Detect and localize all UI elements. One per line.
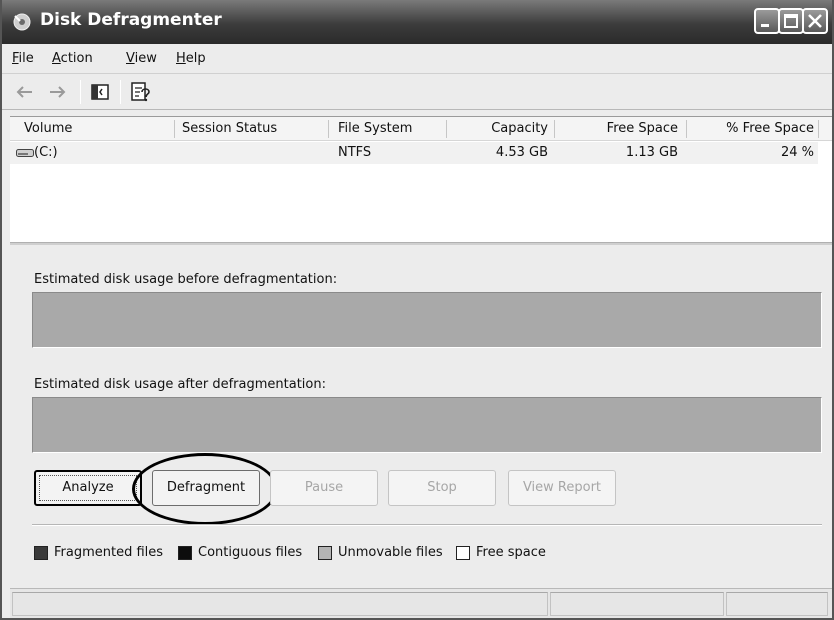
window-title: Disk Defragmenter <box>40 10 222 30</box>
menu-action-label: ction <box>60 51 93 66</box>
toolbar-separator <box>120 80 121 104</box>
status-pane-tertiary <box>726 592 828 616</box>
pane-splitter[interactable] <box>10 242 832 245</box>
menu-file[interactable]: File <box>12 51 34 66</box>
maximize-icon <box>784 14 798 28</box>
minimize-button[interactable] <box>754 8 780 34</box>
disk-defragmenter-icon <box>13 13 31 31</box>
volume-free-space: 1.13 GB <box>625 145 678 160</box>
show-hide-console-tree-icon[interactable] <box>88 80 112 104</box>
volume-row[interactable]: (C:) NTFS 4.53 GB 1.13 GB 24 % <box>10 142 818 164</box>
analyze-button[interactable]: Analyze <box>34 470 142 506</box>
menu-view-accelerator: V <box>126 51 135 66</box>
menu-help-accelerator: H <box>176 51 186 66</box>
usage-after-label: Estimated disk usage after defragmentati… <box>34 377 326 392</box>
column-divider[interactable] <box>818 120 819 138</box>
volume-name: (C:) <box>34 145 58 160</box>
legend-label-free-space: Free space <box>476 545 546 560</box>
close-button[interactable] <box>802 8 828 34</box>
column-header-session-status[interactable]: Session Status <box>182 121 277 136</box>
maximize-button[interactable] <box>778 8 804 34</box>
column-header-free-space[interactable]: Free Space <box>558 121 678 136</box>
back-arrow-icon[interactable] <box>12 80 36 104</box>
legend-swatch-unmovable <box>318 546 332 560</box>
menu-file-label: ile <box>18 51 34 66</box>
status-bar <box>10 588 832 618</box>
usage-after-display <box>32 397 822 453</box>
menu-view-label: iew <box>134 51 157 66</box>
stop-button[interactable]: Stop <box>388 470 496 506</box>
menu-view[interactable]: View <box>126 51 157 66</box>
menu-action[interactable]: Action <box>52 51 93 66</box>
menu-bar: File Action View Help <box>2 44 832 74</box>
column-header-capacity[interactable]: Capacity <box>450 121 548 136</box>
status-pane-secondary <box>550 592 724 616</box>
volume-list[interactable]: Volume Session Status File System Capaci… <box>10 116 832 242</box>
column-header-file-system[interactable]: File System <box>338 121 412 136</box>
usage-before-label: Estimated disk usage before defragmentat… <box>34 272 338 287</box>
volume-list-header: Volume Session Status File System Capaci… <box>10 117 832 141</box>
menu-help[interactable]: Help <box>176 51 206 66</box>
column-header-percent-free-space[interactable]: % Free Space <box>690 121 814 136</box>
legend-label-fragmented: Fragmented files <box>54 545 164 560</box>
status-pane-main <box>12 592 548 616</box>
view-report-button-label: View Report <box>522 480 602 495</box>
column-divider[interactable] <box>554 120 555 138</box>
highlight-circle <box>132 453 278 525</box>
properties-icon[interactable] <box>128 80 152 104</box>
volume-percent-free: 24 % <box>780 145 814 160</box>
focus-rectangle <box>39 475 137 501</box>
divider <box>32 524 822 526</box>
disk-defragmenter-window: Disk Defragmenter File Action View Help <box>0 0 834 620</box>
hard-drive-icon <box>16 149 34 157</box>
column-header-volume[interactable]: Volume <box>24 121 72 136</box>
column-divider[interactable] <box>174 120 175 138</box>
toolbar <box>2 74 832 110</box>
close-icon <box>808 14 822 28</box>
legend-label-contiguous: Contiguous files <box>198 545 303 560</box>
minimize-icon <box>761 24 769 27</box>
volume-file-system: NTFS <box>338 145 372 160</box>
legend-swatch-free-space <box>456 546 470 560</box>
column-divider[interactable] <box>328 120 329 138</box>
menu-help-label: elp <box>185 51 206 66</box>
legend-swatch-contiguous <box>178 546 192 560</box>
pause-button[interactable]: Pause <box>270 470 378 506</box>
stop-button-label: Stop <box>427 480 457 495</box>
menu-action-accelerator: A <box>52 51 61 66</box>
forward-arrow-icon[interactable] <box>46 80 70 104</box>
column-divider[interactable] <box>446 120 447 138</box>
column-divider[interactable] <box>686 120 687 138</box>
title-bar[interactable]: Disk Defragmenter <box>2 0 832 44</box>
view-report-button[interactable]: View Report <box>508 470 616 506</box>
volume-capacity: 4.53 GB <box>495 145 548 160</box>
toolbar-separator <box>80 80 81 104</box>
legend-swatch-fragmented <box>34 546 48 560</box>
legend-label-unmovable: Unmovable files <box>338 545 443 560</box>
usage-before-display <box>32 292 822 348</box>
pause-button-label: Pause <box>304 480 344 495</box>
